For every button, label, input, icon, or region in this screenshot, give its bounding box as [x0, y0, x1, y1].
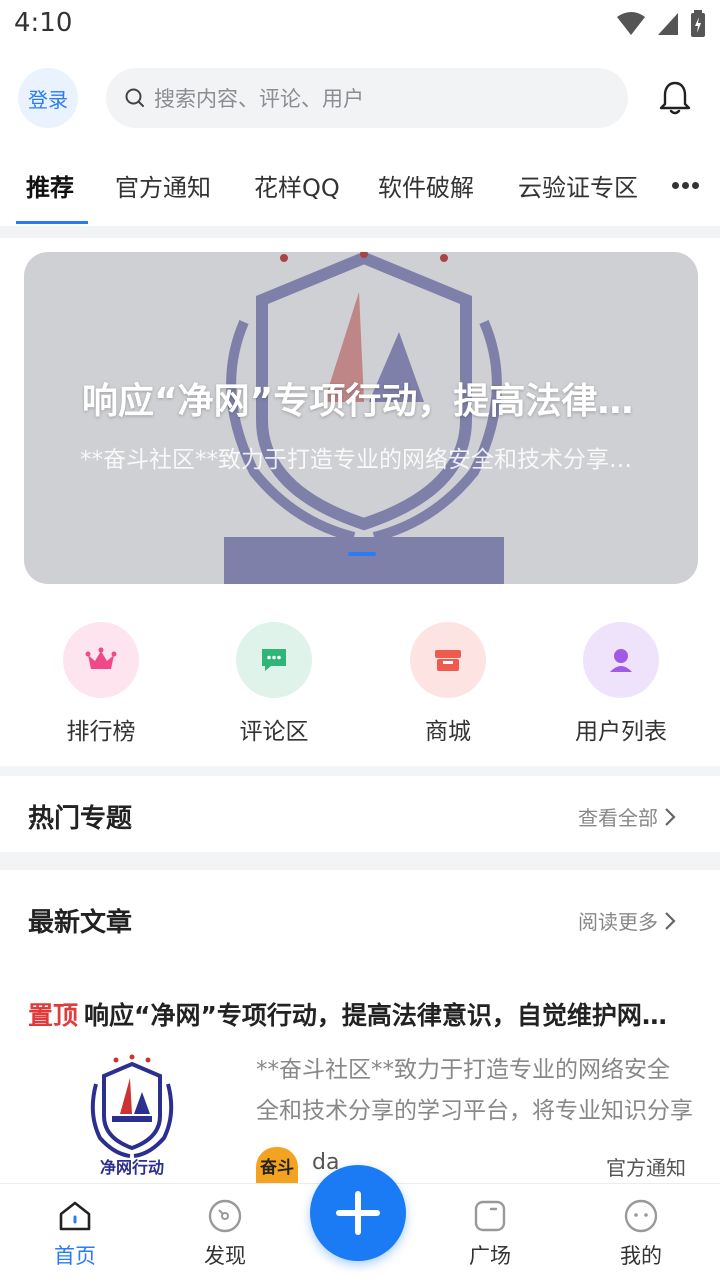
status-icons [616, 10, 706, 38]
add-post-button[interactable] [310, 1165, 406, 1261]
article-summary-line: 全和技术分享的学习平台，将专业知识分享 [256, 1098, 693, 1124]
article-title-text: 响应“净网”专项行动，提高法律意识，自觉维护网络安全 [84, 1001, 678, 1030]
chevron-right-icon [665, 911, 676, 930]
bell-icon[interactable] [658, 80, 692, 116]
chat-icon [236, 622, 312, 698]
author-avatar[interactable]: 奋斗 [256, 1147, 298, 1183]
view-all-link[interactable]: 查看全部 [578, 802, 676, 831]
read-more-label: 阅读更多 [578, 910, 658, 934]
user-icon [583, 622, 659, 698]
nav-label: 我的 [620, 1244, 662, 1268]
category-tabs: 推荐 官方通知 花样QQ 软件破解 云验证专区 [0, 160, 720, 224]
latest-articles-title: 最新文章 [28, 908, 133, 938]
article-summary: **奋斗社区**致力于打造专业的网络安全 全和技术分享的学习平台，将专业知识分享 [256, 1050, 696, 1132]
status-time: 4:10 [14, 8, 73, 38]
hot-topics-title: 热门专题 [28, 804, 133, 834]
search-icon [125, 88, 144, 107]
pinned-badge: 置顶 [28, 1001, 79, 1030]
quick-entry-user-list[interactable]: 用户列表 [551, 622, 691, 746]
plus-icon [336, 1191, 380, 1235]
store-icon [410, 622, 486, 698]
tab-cloud-verify[interactable]: 云验证专区 [518, 168, 638, 203]
view-all-label: 查看全部 [578, 806, 658, 830]
crown-icon [63, 622, 139, 698]
square-icon [474, 1200, 506, 1232]
nav-label: 广场 [469, 1244, 511, 1268]
quick-entry-comments[interactable]: 评论区 [204, 622, 344, 746]
chevron-right-icon [665, 807, 676, 826]
search-bar[interactable]: 搜索内容、评论、用户 [106, 68, 628, 128]
quick-entry-label: 商城 [425, 719, 471, 745]
active-tab-indicator [16, 221, 88, 224]
carousel-indicator [348, 552, 376, 556]
search-placeholder: 搜索内容、评论、用户 [154, 87, 364, 111]
article-summary-line: **奋斗社区**致力于打造专业的网络安全 [256, 1057, 670, 1083]
nav-home[interactable]: 首页 [25, 1196, 125, 1270]
quick-entry-label: 排行榜 [66, 719, 136, 745]
tab-software-crack[interactable]: 软件破解 [378, 168, 474, 203]
tab-fancy-qq[interactable]: 花样QQ [254, 168, 340, 203]
article-thumbnail-image[interactable]: 净网行动 [84, 1054, 180, 1178]
read-more-link[interactable]: 阅读更多 [578, 906, 676, 935]
compass-icon [208, 1199, 242, 1233]
banner-title: 响应“净网”专项行动，提高法律意识，自觉维护网络安全 [82, 381, 642, 422]
nav-label: 首页 [54, 1244, 96, 1268]
quick-entry-label: 评论区 [239, 719, 309, 745]
thumbnail-caption: 净网行动 [100, 1158, 164, 1177]
profile-icon [624, 1199, 658, 1233]
quick-entry-label: 用户列表 [575, 719, 667, 745]
banner-carousel[interactable]: 响应“净网”专项行动，提高法律意识，自觉维护网络安全 **奋斗社区**致力于打造… [24, 252, 698, 584]
article-category[interactable]: 官方通知 [606, 1152, 686, 1181]
login-button[interactable]: 登录 [18, 68, 78, 128]
divider [0, 766, 720, 776]
battery-icon [691, 10, 705, 37]
banner-description: **奋斗社区**致力于打造专业的网络安全和技术分享的学习平台 [80, 447, 640, 473]
article-title[interactable]: 置顶 响应“净网”专项行动，提高法律意识，自觉维护网络安全 [28, 996, 678, 1032]
signal-icon [658, 13, 678, 35]
divider [0, 852, 720, 870]
divider [0, 226, 720, 238]
quick-entry-store[interactable]: 商城 [378, 622, 518, 746]
nav-square[interactable]: 广场 [440, 1196, 540, 1270]
quick-entry-ranking[interactable]: 排行榜 [31, 622, 171, 746]
wifi-icon [617, 12, 645, 35]
nav-discover[interactable]: 发现 [175, 1196, 275, 1270]
more-tabs-icon[interactable] [672, 182, 699, 189]
home-icon [59, 1201, 91, 1231]
nav-label: 发现 [204, 1244, 246, 1268]
tab-recommend[interactable]: 推荐 [26, 168, 74, 203]
nav-mine[interactable]: 我的 [591, 1196, 691, 1270]
tab-official-notice[interactable]: 官方通知 [115, 168, 211, 203]
